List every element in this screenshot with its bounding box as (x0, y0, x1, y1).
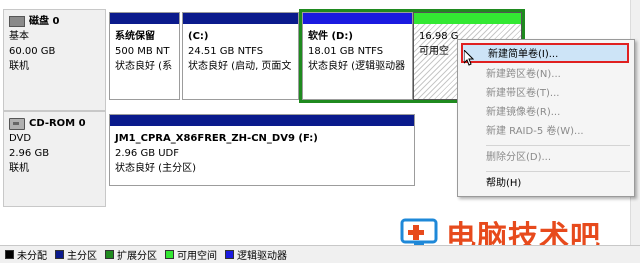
disk-info-disk0[interactable]: 磁盘 0 基本 60.00 GB 联机 (3, 9, 106, 111)
cd-drive-icon (9, 117, 25, 130)
disk-name-row: 磁盘 0 (9, 14, 105, 29)
partition-color-bar (303, 13, 412, 24)
partition-d[interactable]: 软件 (D:) 18.01 GB NTFS 状态良好 (逻辑驱动器 (302, 12, 413, 100)
disk-name: 磁盘 0 (29, 16, 60, 27)
partition-title: 系统保留 (115, 31, 155, 42)
partition-f[interactable]: JM1_CPRA_X86FRER_ZH-CN_DV9 (F:) 2.96 GB … (109, 114, 415, 186)
legend-item-primary: 主分区 (55, 247, 97, 262)
legend-label: 扩展分区 (117, 251, 157, 262)
disk-size: 60.00 GB (9, 46, 56, 57)
legend-label: 主分区 (67, 251, 97, 262)
legend-swatch (225, 250, 234, 259)
menu-separator (486, 145, 630, 146)
partition-size: 500 MB NT (115, 46, 170, 57)
menu-item-new-striped-volume[interactable]: 新建带区卷(T)... (486, 84, 559, 104)
partition-title: 软件 (D:) (308, 31, 353, 42)
partition-status: 状态良好 (主分区) (115, 163, 196, 174)
legend-label: 未分配 (17, 251, 47, 262)
disk-status: 联机 (9, 61, 29, 72)
partition-color-bar (110, 115, 414, 126)
partition-size: 2.96 GB UDF (115, 148, 180, 159)
disk-type: 基本 (9, 31, 29, 42)
disk-name: CD-ROM 0 (29, 118, 86, 129)
partition-size: 18.01 GB NTFS (308, 46, 384, 57)
mouse-cursor-icon (464, 50, 474, 66)
partition-size: 24.51 GB NTFS (188, 46, 264, 57)
menu-item-new-mirrored-volume[interactable]: 新建镜像卷(R)... (486, 103, 560, 123)
partition-color-bar (110, 13, 179, 24)
disk-type: DVD (9, 133, 32, 144)
menu-item-new-simple-volume[interactable]: 新建简单卷(I)... (461, 43, 629, 63)
legend-swatch (55, 250, 64, 259)
menu-separator (486, 171, 630, 172)
partition-title: (C:) (188, 31, 209, 42)
menu-item-delete-partition[interactable]: 删除分区(D)... (486, 148, 551, 168)
partition-system-reserved[interactable]: 系统保留 500 MB NT 状态良好 (系 (109, 12, 180, 100)
legend-item-free-space: 可用空间 (165, 247, 217, 262)
legend-item-extended: 扩展分区 (105, 247, 157, 262)
partition-title: JM1_CPRA_X86FRER_ZH-CN_DV9 (F:) (115, 133, 318, 144)
partition-c[interactable]: (C:) 24.51 GB NTFS 状态良好 (启动, 页面文 (182, 12, 299, 100)
menu-item-new-raid5-volume[interactable]: 新建 RAID-5 卷(W)... (486, 122, 584, 142)
disk-name-row: CD-ROM 0 (9, 116, 105, 131)
partition-color-bar (183, 13, 298, 24)
context-menu: 新建简单卷(I)... 新建跨区卷(N)... 新建带区卷(T)... 新建镜像… (457, 39, 635, 197)
menu-item-new-spanned-volume[interactable]: 新建跨区卷(N)... (486, 65, 561, 85)
partition-color-bar (414, 13, 521, 24)
legend-label: 逻辑驱动器 (237, 251, 287, 262)
disk-status: 联机 (9, 163, 29, 174)
legend-label: 可用空间 (177, 251, 217, 262)
legend-bar: 未分配 主分区 扩展分区 可用空间 逻辑驱动器 (0, 245, 640, 263)
menu-item-help[interactable]: 帮助(H) (486, 174, 521, 194)
legend-swatch (105, 250, 114, 259)
partition-status: 状态良好 (启动, 页面文 (188, 61, 292, 72)
disk-size: 2.96 GB (9, 148, 50, 159)
legend-item-unallocated: 未分配 (5, 247, 47, 262)
legend-swatch (5, 250, 14, 259)
partition-status: 状态良好 (系 (115, 61, 173, 72)
legend-swatch (165, 250, 174, 259)
partition-status: 状态良好 (逻辑驱动器 (308, 61, 406, 72)
hard-disk-icon (9, 16, 25, 27)
disk-info-cdrom0[interactable]: CD-ROM 0 DVD 2.96 GB 联机 (3, 111, 106, 207)
legend-item-logical: 逻辑驱动器 (225, 247, 287, 262)
